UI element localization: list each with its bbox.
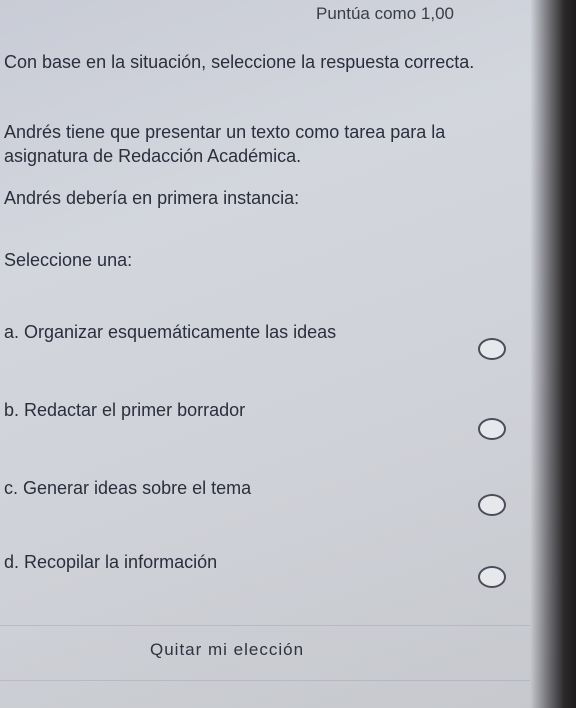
answer-option-b[interactable]: b. Redactar el primer borrador	[4, 400, 524, 440]
answer-option-a[interactable]: a. Organizar esquemáticamente las ideas	[4, 322, 524, 362]
answer-option-label: d. Recopilar la información	[4, 552, 218, 572]
question-text-ask: Andrés debería en primera instancia:	[4, 188, 300, 208]
answer-option-label: b. Redactar el primer borrador	[4, 400, 246, 420]
divider	[0, 625, 530, 626]
radio-button-icon[interactable]	[478, 494, 506, 516]
answer-option-label: a. Organizar esquemáticamente las ideas	[4, 322, 337, 342]
select-one-prompt: Seleccione una:	[4, 250, 133, 270]
radio-button-icon[interactable]	[478, 338, 506, 360]
clear-choice-button[interactable]: Quitar mi elección	[150, 640, 350, 660]
question-text-situation: Andrés tiene que presentar un texto como…	[4, 122, 446, 166]
question-text-intro: Con base en la situación, seleccione la …	[4, 52, 475, 72]
question-score: Puntúa como 1,00	[316, 4, 454, 23]
answer-option-d[interactable]: d. Recopilar la información	[4, 552, 524, 592]
photo-dark-edge	[530, 0, 576, 708]
radio-button-icon[interactable]	[478, 418, 506, 440]
divider	[0, 680, 530, 681]
radio-button-icon[interactable]	[478, 566, 506, 588]
answer-option-label: c. Generar ideas sobre el tema	[4, 478, 252, 498]
answer-option-c[interactable]: c. Generar ideas sobre el tema	[4, 478, 524, 518]
